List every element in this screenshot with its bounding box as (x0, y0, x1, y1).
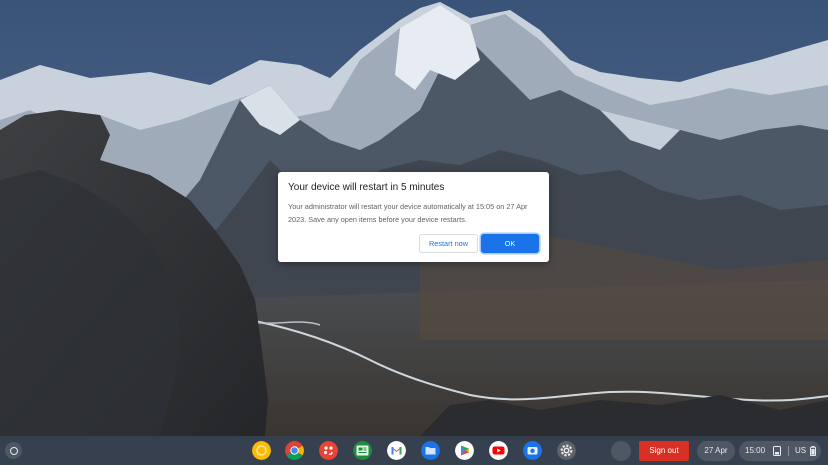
dialog-message: Your administrator will restart your dev… (288, 202, 528, 224)
dialog-buttons: Restart now OK (419, 234, 539, 253)
clock-time: 15:00 (745, 446, 766, 455)
dialog-title: Your device will restart in 5 minutes (288, 182, 445, 193)
input-method-label: US (795, 446, 807, 455)
date-tray-button[interactable]: 27 Apr (697, 441, 735, 461)
files-icon[interactable] (421, 441, 440, 460)
play-store-icon[interactable] (455, 441, 474, 460)
settings-gear-icon[interactable] (557, 441, 576, 460)
restart-dialog: Your device will restart in 5 minutes Yo… (278, 172, 549, 262)
launcher-icon (9, 446, 18, 455)
chrome-icon[interactable] (285, 441, 304, 460)
launcher-button[interactable] (5, 442, 22, 459)
status-tray[interactable]: 15:00 US (739, 441, 821, 461)
restart-now-button[interactable]: Restart now (419, 234, 478, 253)
ok-button[interactable]: OK (481, 234, 539, 253)
sign-out-button[interactable]: Sign out (639, 441, 689, 461)
desktop: Your device will restart in 5 minutes Yo… (0, 0, 828, 465)
palette-icon[interactable] (319, 441, 338, 460)
classroom-icon[interactable] (353, 441, 372, 460)
youtube-icon[interactable] (489, 441, 508, 460)
device-icon (773, 446, 781, 456)
gmail-icon[interactable] (387, 441, 406, 460)
camera-icon[interactable] (523, 441, 542, 460)
shelf: Sign out 27 Apr 15:00 US (0, 436, 828, 465)
battery-icon (810, 446, 816, 456)
tray-divider (788, 446, 789, 456)
user-pod-button[interactable] (611, 441, 631, 461)
keep-icon[interactable] (252, 441, 271, 460)
